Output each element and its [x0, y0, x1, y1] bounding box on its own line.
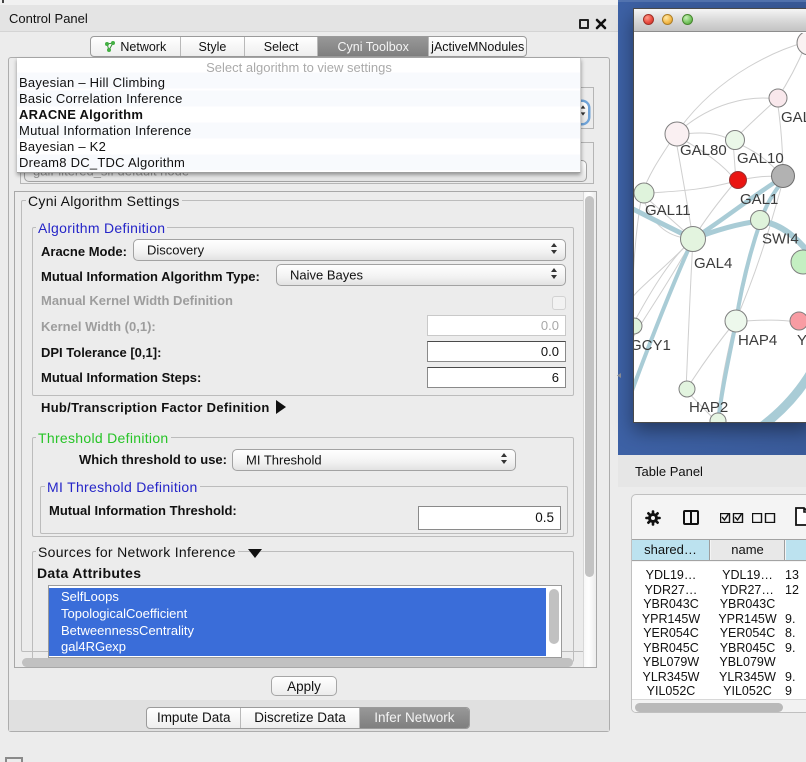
svg-text:GCY1: GCY1 — [634, 337, 671, 354]
svg-text:HAP2: HAP2 — [689, 399, 728, 416]
svg-text:YM: YM — [797, 332, 806, 349]
svg-text:GAL2: GAL2 — [781, 109, 806, 126]
svg-text:GAL1: GAL1 — [740, 191, 778, 208]
svg-text:GAL10: GAL10 — [737, 150, 784, 167]
svg-text:GAL11: GAL11 — [645, 202, 691, 219]
svg-text:HAP4: HAP4 — [738, 332, 777, 349]
svg-text:GAL80: GAL80 — [680, 142, 727, 159]
svg-text:GAL4: GAL4 — [694, 255, 732, 272]
svg-text:SWI4: SWI4 — [762, 231, 799, 248]
